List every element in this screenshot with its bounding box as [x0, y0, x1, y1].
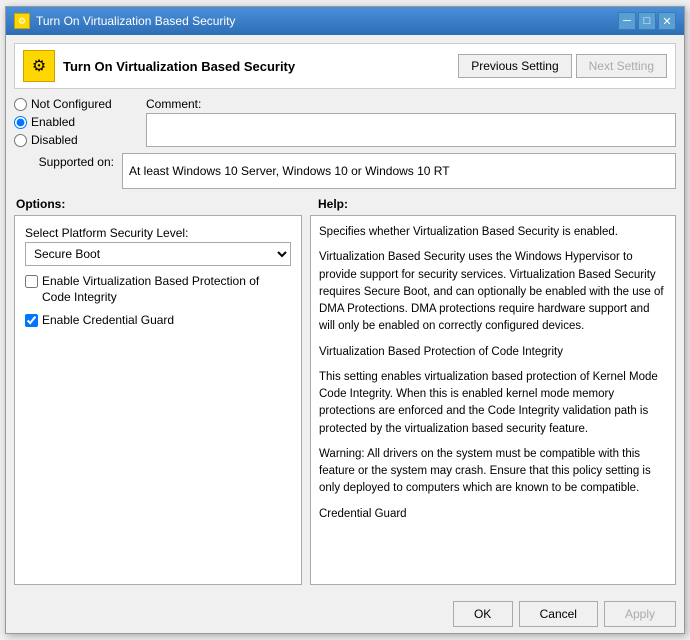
code-integrity-checkbox[interactable] [25, 275, 38, 288]
credential-guard-option[interactable]: Enable Credential Guard [25, 313, 291, 329]
options-header: Options: [16, 197, 306, 211]
help-para-4: This setting enables virtualization base… [319, 369, 667, 438]
window-title: Turn On Virtualization Based Security [36, 14, 235, 28]
config-row: Not Configured Enabled Disabled Comment: [14, 97, 676, 147]
platform-label: Select Platform Security Level: [25, 226, 291, 240]
credential-guard-label: Enable Credential Guard [42, 313, 174, 329]
not-configured-label: Not Configured [31, 97, 112, 111]
disabled-radio[interactable] [14, 134, 27, 147]
not-configured-option[interactable]: Not Configured [14, 97, 134, 111]
maximize-button[interactable]: □ [638, 12, 656, 30]
help-panel: Specifies whether Virtualization Based S… [310, 215, 676, 585]
header-section: ⚙ Turn On Virtualization Based Security … [14, 43, 676, 89]
main-window: ⚙ Turn On Virtualization Based Security … [5, 6, 685, 634]
content-area: ⚙ Turn On Virtualization Based Security … [6, 35, 684, 593]
help-para-2: Virtualization Based Security uses the W… [319, 249, 667, 335]
title-bar-left: ⚙ Turn On Virtualization Based Security [14, 13, 235, 29]
comment-label: Comment: [146, 97, 676, 111]
enabled-radio[interactable] [14, 116, 27, 129]
supported-label: Supported on: [14, 153, 114, 169]
minimize-button[interactable]: ─ [618, 12, 636, 30]
footer: OK Cancel Apply [6, 593, 684, 633]
close-button[interactable]: ✕ [658, 12, 676, 30]
help-header: Help: [318, 197, 674, 211]
help-para-3: Virtualization Based Protection of Code … [319, 344, 667, 361]
enabled-option[interactable]: Enabled [14, 115, 134, 129]
help-para-1: Specifies whether Virtualization Based S… [319, 224, 667, 241]
previous-setting-button[interactable]: Previous Setting [458, 54, 571, 78]
ok-button[interactable]: OK [453, 601, 513, 627]
title-bar-buttons: ─ □ ✕ [618, 12, 676, 30]
header-icon: ⚙ [23, 50, 55, 82]
header-title-area: ⚙ Turn On Virtualization Based Security [23, 50, 295, 82]
platform-select[interactable]: Secure Boot Secure Boot and DMA Protecti… [25, 242, 291, 266]
comment-textarea[interactable] [146, 113, 676, 147]
supported-row: Supported on: At least Windows 10 Server… [14, 153, 676, 189]
comment-section: Comment: [146, 97, 676, 147]
bottom-panels: Select Platform Security Level: Secure B… [14, 215, 676, 585]
options-panel: Select Platform Security Level: Secure B… [14, 215, 302, 585]
help-para-6: Credential Guard [319, 506, 667, 523]
cancel-button[interactable]: Cancel [519, 601, 598, 627]
platform-section: Select Platform Security Level: Secure B… [25, 226, 291, 266]
section-headers: Options: Help: [14, 197, 676, 211]
credential-guard-checkbox[interactable] [25, 314, 38, 327]
header-buttons: Previous Setting Next Setting [458, 54, 667, 78]
help-para-5: Warning: All drivers on the system must … [319, 446, 667, 498]
radio-section: Not Configured Enabled Disabled [14, 97, 134, 147]
code-integrity-label: Enable Virtualization Based Protection o… [42, 274, 291, 305]
supported-value: At least Windows 10 Server, Windows 10 o… [122, 153, 676, 189]
enabled-label: Enabled [31, 115, 75, 129]
next-setting-button[interactable]: Next Setting [576, 54, 667, 78]
disabled-label: Disabled [31, 133, 78, 147]
not-configured-radio[interactable] [14, 98, 27, 111]
code-integrity-option[interactable]: Enable Virtualization Based Protection o… [25, 274, 291, 305]
disabled-option[interactable]: Disabled [14, 133, 134, 147]
apply-button[interactable]: Apply [604, 601, 676, 627]
header-title: Turn On Virtualization Based Security [63, 59, 295, 74]
window-icon: ⚙ [14, 13, 30, 29]
title-bar: ⚙ Turn On Virtualization Based Security … [6, 7, 684, 35]
